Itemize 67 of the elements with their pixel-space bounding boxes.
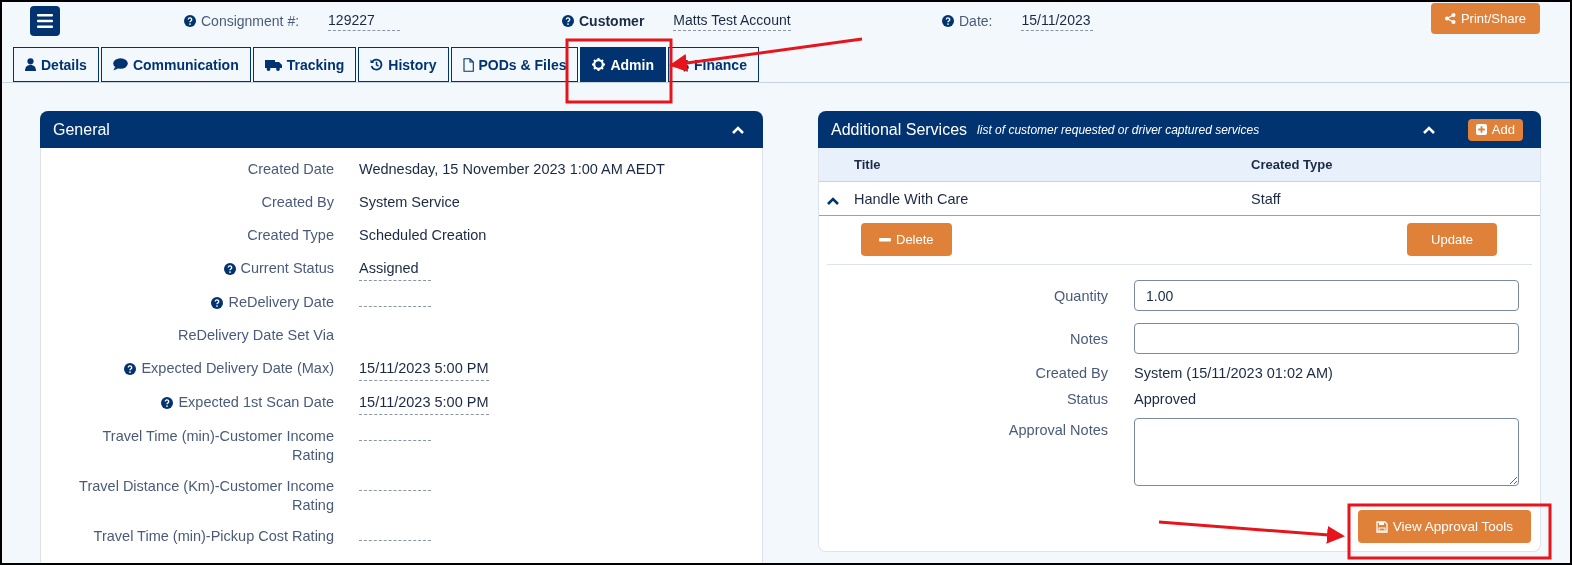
tab[interactable]: Details [13,47,99,82]
field-value: System (15/11/2023 01:02 AM) [1134,365,1334,381]
tab[interactable]: PODs & Files [450,47,579,82]
field-label: Created Date [247,160,334,179]
help-icon[interactable] [562,15,574,27]
table-cell-text: Handle With Care [854,190,970,207]
field-label: Customer [579,13,645,29]
chevron-up-icon[interactable] [826,196,840,206]
help-icon[interactable] [942,15,954,27]
field-value[interactable]: 15/11/2023 5:00 PM [359,393,489,415]
column-header: Title [854,157,882,172]
field-label: Expected 1st Scan Date [178,393,334,412]
text-input[interactable] [1134,323,1519,354]
gear-icon [592,58,606,71]
text-input[interactable]: 1.00 [1134,280,1519,311]
field-label: Created By [1034,365,1108,381]
share-icon [1444,13,1456,24]
menu-icon [37,14,53,28]
field-value[interactable]: Matts Test Account [673,11,791,31]
save-icon [1375,520,1388,533]
field-label: Quantity [1053,287,1108,304]
field-label: Expected Delivery Date (Max) [141,359,334,378]
field-value: Wednesday, 15 November 2023 1:00 AM AEDT [359,160,666,179]
field-value[interactable]: Assigned [359,259,431,281]
field-label: ReDelivery Date Set Via [177,326,334,345]
field-label: Status [1065,391,1108,407]
field-label: Travel Time (min)-Pickup Cost Rating [93,527,334,546]
column-header: Created Type [1251,157,1334,172]
tab[interactable]: Admin [580,47,666,82]
field-label: Date: [959,13,993,29]
tab[interactable]: History [358,47,449,82]
field-label: Created Type [247,226,334,245]
tab[interactable]: Communication [100,47,251,82]
help-icon[interactable] [211,297,224,309]
plus-icon [1475,124,1487,135]
help-icon[interactable] [184,15,196,27]
minus-icon [879,237,891,242]
textarea-field[interactable] [1134,418,1519,486]
help-icon[interactable] [124,363,137,375]
field-label: Approval Notes [1007,421,1108,438]
field-value[interactable]: 15/11/2023 [1021,11,1094,31]
panel-title: Additional Services [831,120,968,139]
field-label: ReDelivery Date [228,293,334,312]
history-icon [370,58,384,71]
field-value: Approved [1134,391,1198,407]
field-label: Travel Time (min)-Customer Income Rating [101,427,334,465]
field-label: Notes [1069,330,1108,347]
field-value: Scheduled Creation [359,226,488,245]
field-label: Current Status [240,259,334,278]
field-label: Created By [261,193,334,212]
table-row[interactable]: Handle With Care Staff [819,182,1540,216]
field-value: System Service [359,193,461,212]
tab[interactable]: Tracking [252,47,357,82]
help-icon[interactable] [223,263,236,275]
field-value[interactable]: 15/11/2023 5:00 PM [359,359,489,381]
speech-bubble-icon [112,58,128,71]
field-value[interactable]: 129227 [328,11,401,31]
help-icon[interactable] [161,397,174,409]
field-label: Consignment #: [201,13,300,29]
menu-button[interactable] [30,6,60,36]
file-icon [462,57,474,72]
user-icon [25,58,36,71]
panel-subtitle: list of customer requested or driver captured services [977,122,1260,137]
field-label: Travel Distance (Km)-Customer Income Rating [78,477,334,515]
table-cell-text: Staff [1251,190,1282,207]
panel-title: General [53,120,110,139]
truck-icon [264,58,282,71]
